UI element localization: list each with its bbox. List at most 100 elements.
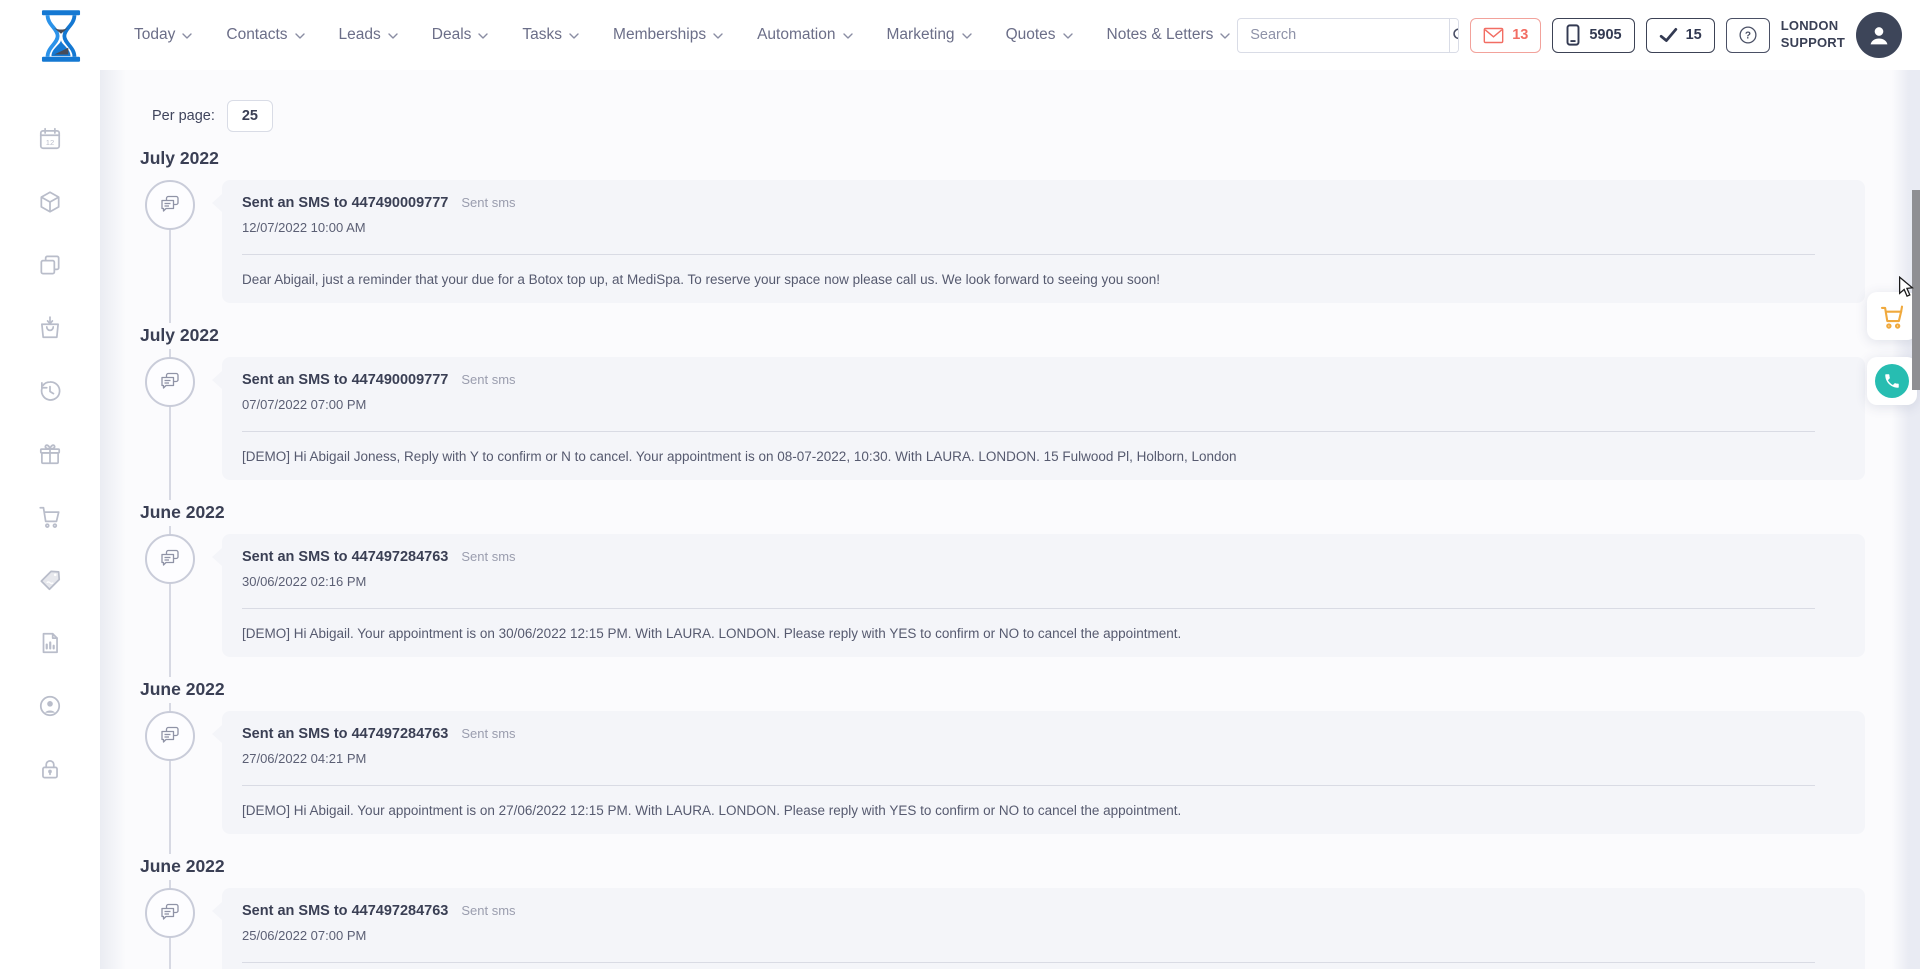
chevron-down-icon: [182, 33, 192, 39]
left-sidebar: 12: [0, 70, 100, 969]
nav-item-label: Notes & Letters: [1107, 26, 1214, 44]
activity-timeline: July 2022 Sent an SMS to 447490009777 Se…: [100, 146, 1920, 969]
chat-bubbles-icon: [158, 547, 182, 571]
crm-app: Today Contacts Leads Deals Tasks Members…: [0, 0, 1920, 969]
tasks-done-button[interactable]: 15: [1646, 18, 1715, 53]
sms-activity-icon: [145, 180, 195, 230]
help-button[interactable]: ?: [1726, 18, 1770, 53]
history-icon: [37, 378, 63, 404]
sidebar-item-reports[interactable]: [37, 630, 63, 656]
timeline-rail: [100, 357, 222, 480]
timeline-group: July 2022 Sent an SMS to 447490009777 Se…: [100, 146, 1920, 303]
envelope-icon: [1483, 27, 1504, 44]
sidebar-item-pricing[interactable]: [37, 567, 63, 593]
nav-item[interactable]: Marketing: [887, 26, 972, 44]
activity-date: 07/07/2022 07:00 PM: [242, 397, 1845, 412]
activity-title: Sent an SMS to 447497284763: [242, 726, 448, 742]
chat-bubbles-icon: [158, 193, 182, 217]
sidebar-item-history[interactable]: [37, 378, 63, 404]
sms-activity-icon: [145, 711, 195, 761]
per-page-label: Per page:: [152, 108, 215, 124]
month-header: June 2022: [140, 854, 237, 880]
activity-title: Sent an SMS to 447490009777: [242, 195, 448, 211]
per-page-control: Per page: 25: [152, 100, 1920, 132]
divider: [242, 608, 1815, 609]
chat-bubbles-icon: [158, 901, 182, 925]
activity-card[interactable]: Sent an SMS to 447490009777 Sent sms 07/…: [222, 357, 1865, 480]
month-header: June 2022: [140, 677, 237, 703]
cart-fab-button[interactable]: [1867, 292, 1917, 340]
divider: [242, 962, 1815, 963]
activity-type-label: Sent sms: [461, 903, 515, 918]
sms-activity-icon: [145, 357, 195, 407]
nav-item-label: Quotes: [1006, 26, 1056, 44]
nav-item-label: Today: [134, 26, 175, 44]
nav-item[interactable]: Today: [134, 26, 192, 44]
timeline-group: June 2022 Sent an SMS to 447497284763 Se…: [100, 677, 1920, 834]
activity-title: Sent an SMS to 447497284763: [242, 549, 448, 565]
nav-item-label: Automation: [757, 26, 835, 44]
activity-date: 27/06/2022 04:21 PM: [242, 751, 1845, 766]
cart-icon: [37, 504, 63, 530]
activity-card[interactable]: Sent an SMS to 447490009777 Sent sms 12/…: [222, 180, 1865, 303]
chevron-down-icon: [388, 33, 398, 39]
price-tag-icon: [37, 567, 63, 593]
activity-card[interactable]: Sent an SMS to 447497284763 Sent sms 27/…: [222, 711, 1865, 834]
timeline-group: June 2022 Sent an SMS to 447497284763 Se…: [100, 854, 1920, 969]
sidebar-item-orders[interactable]: [37, 315, 63, 341]
search-input[interactable]: [1238, 27, 1449, 43]
sms-message-text: [DEMO] Hi Abigail Joness, Reply with Y t…: [242, 449, 1845, 464]
sms-credit-button[interactable]: 5905: [1552, 18, 1634, 53]
sidebar-item-account[interactable]: [37, 693, 63, 719]
sms-credit-count: 5905: [1589, 27, 1621, 43]
chevron-down-icon: [569, 33, 579, 39]
chevron-down-icon: [478, 33, 488, 39]
scrollbar-thumb[interactable]: [1912, 190, 1920, 390]
month-header: July 2022: [140, 323, 231, 349]
hourglass-logo-icon[interactable]: [34, 8, 88, 64]
nav-item[interactable]: Leads: [339, 26, 398, 44]
nav-item[interactable]: Contacts: [226, 26, 304, 44]
nav-item[interactable]: Tasks: [522, 26, 579, 44]
chat-bubbles-icon: [158, 370, 182, 394]
divider: [242, 431, 1815, 432]
activity-title: Sent an SMS to 447497284763: [242, 903, 448, 919]
top-bar-right: 13 5905 15 ? LONDON: [1237, 0, 1902, 70]
top-bar: Today Contacts Leads Deals Tasks Members…: [0, 0, 1920, 70]
divider: [242, 254, 1815, 255]
calendar-icon: 12: [37, 126, 63, 152]
activity-title: Sent an SMS to 447490009777: [242, 372, 448, 388]
nav-item[interactable]: Deals: [432, 26, 489, 44]
sidebar-item-duplicate[interactable]: [37, 252, 63, 278]
report-icon: [37, 630, 63, 656]
sms-activity-icon: [145, 534, 195, 584]
sidebar-item-security[interactable]: [37, 756, 63, 782]
per-page-select[interactable]: 25: [227, 100, 273, 132]
nav-item[interactable]: Notes & Letters: [1107, 26, 1231, 44]
question-icon: ?: [1737, 24, 1759, 46]
activity-card[interactable]: Sent an SMS to 447497284763 Sent sms 30/…: [222, 534, 1865, 657]
chevron-down-icon: [962, 33, 972, 39]
nav-item[interactable]: Automation: [757, 26, 852, 44]
nav-item[interactable]: Quotes: [1006, 26, 1073, 44]
nav-item-label: Marketing: [887, 26, 955, 44]
sidebar-item-gifts[interactable]: [37, 441, 63, 467]
activity-card[interactable]: Sent an SMS to 447497284763 Sent sms 25/…: [222, 888, 1865, 969]
sms-message-text: Dear Abigail, just a reminder that your …: [242, 272, 1845, 287]
timeline-entry: Sent an SMS to 447497284763 Sent sms 25/…: [100, 888, 1920, 969]
nav-item[interactable]: Memberships: [613, 26, 723, 44]
sidebar-item-cart[interactable]: [37, 504, 63, 530]
phone-fab-button[interactable]: [1867, 357, 1917, 405]
activity-date: 12/07/2022 10:00 AM: [242, 220, 1845, 235]
search-icon[interactable]: [1449, 19, 1459, 52]
chevron-down-icon: [1063, 33, 1073, 39]
person-icon: [1865, 21, 1893, 49]
sidebar-item-calendar[interactable]: 12: [37, 126, 63, 152]
nav-item-label: Leads: [339, 26, 381, 44]
month-header: June 2022: [140, 500, 237, 526]
activity-type-label: Sent sms: [461, 549, 515, 564]
avatar[interactable]: [1856, 12, 1902, 58]
sidebar-item-products[interactable]: [37, 189, 63, 215]
mail-notifications-button[interactable]: 13: [1470, 18, 1541, 53]
divider: [242, 785, 1815, 786]
